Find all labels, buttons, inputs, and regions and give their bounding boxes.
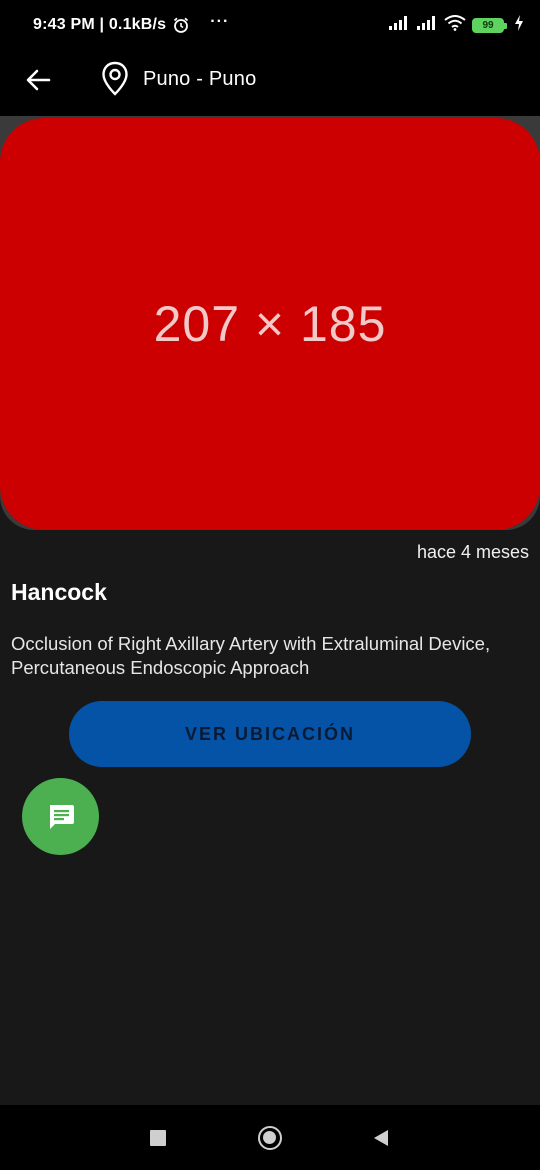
post-description: Occlusion of Right Axillary Artery with … [11,633,491,678]
alarm-icon [172,16,190,34]
screen: 9:43 PM | 0.1kB/s ··· 99 Puno - Puno 207… [0,0,540,1170]
charging-icon [514,14,524,36]
chat-message-icon [49,804,74,829]
image-placeholder-text: 207 × 185 [153,296,387,352]
location-pin-icon [101,61,129,102]
post-title: Hancock [11,579,107,605]
battery-level: 99 [482,19,494,31]
signal-icon [416,15,438,36]
chat-fab-button[interactable] [22,778,99,855]
wifi-icon [444,14,466,36]
arrow-left-icon [26,69,51,91]
status-icons: 99 [388,14,524,36]
ver-ubicacion-button[interactable]: VER UBICACIÓN [69,701,471,767]
status-time: 9:43 PM | 0.1kB/s [33,16,167,33]
system-nav-bar [0,1105,540,1170]
recent-apps-icon[interactable] [150,1130,166,1146]
more-status-icon: ··· [210,13,230,30]
back-button[interactable] [22,64,54,96]
home-icon[interactable] [258,1126,282,1150]
back-triangle-icon[interactable] [372,1129,390,1152]
signal-icon [388,15,410,36]
post-time-ago: hace 4 meses [416,542,529,562]
battery-icon: 99 [472,17,507,33]
location-label: Puno - Puno [143,68,257,90]
post-image: 207 × 185 [0,118,540,530]
status-bar: 9:43 PM | 0.1kB/s ··· 99 [0,0,540,50]
app-bar: Puno - Puno [0,50,540,116]
